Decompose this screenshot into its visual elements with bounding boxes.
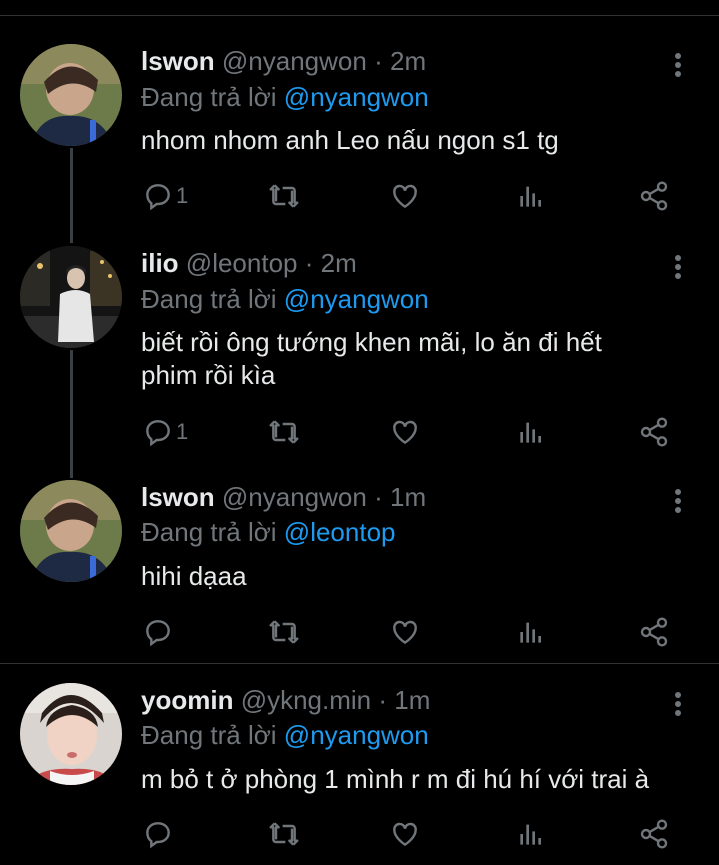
reply-to-mention[interactable]: @nyangwon: [284, 720, 429, 750]
views-icon: [520, 422, 541, 443]
share-button[interactable]: [638, 412, 670, 452]
reply-prefix: Đang trả lời: [141, 284, 277, 314]
share-button[interactable]: [638, 176, 670, 216]
retweet-icon: [269, 620, 299, 644]
reply-button[interactable]: 1: [142, 412, 188, 452]
reply-icon: [146, 184, 170, 211]
more-icon[interactable]: [666, 689, 690, 719]
retweet-button[interactable]: [268, 176, 300, 216]
avatar[interactable]: [20, 683, 122, 785]
author-handle[interactable]: @ykng.min: [241, 685, 371, 715]
author-name[interactable]: yoomin: [141, 685, 233, 715]
tweet-time[interactable]: 2m: [390, 46, 426, 76]
avatar[interactable]: [20, 480, 122, 582]
author-name[interactable]: lswon: [141, 482, 215, 512]
separator-dot: ·: [304, 248, 314, 278]
separator-dot: ·: [374, 46, 383, 76]
views-button[interactable]: [515, 176, 547, 216]
tweet-time[interactable]: 2m: [321, 248, 357, 278]
share-button[interactable]: [638, 612, 670, 652]
reply-count: 1: [176, 183, 189, 208]
retweet-icon: [269, 184, 299, 208]
author-name[interactable]: lswon: [141, 46, 215, 76]
tweet-text: hihi dạaa: [141, 561, 247, 591]
separator-dot: ·: [378, 685, 388, 715]
more-icon[interactable]: [666, 252, 690, 282]
like-icon: [393, 184, 417, 209]
more-icon[interactable]: [666, 50, 690, 80]
tweet-text: biết rồi ông tướng khen mãi, lo ăn đi hế…: [141, 327, 602, 390]
retweet-icon: [269, 420, 299, 444]
reply-prefix: Đang trả lời: [141, 82, 277, 112]
author-handle[interactable]: @nyangwon: [222, 46, 367, 76]
author-handle[interactable]: @nyangwon: [222, 482, 367, 512]
tweet-text: m bỏ t ở phòng 1 mình r m đi hú hí với t…: [141, 764, 650, 794]
author-name[interactable]: ilio: [141, 248, 179, 278]
more-icon[interactable]: [666, 486, 690, 516]
separator-dot: ·: [374, 482, 383, 512]
tweet-time[interactable]: 1m: [394, 685, 430, 715]
reply-button[interactable]: 1: [142, 176, 188, 216]
tweet-text: nhom nhom anh Leo nấu ngon s1 tg: [141, 125, 559, 155]
section-divider: [0, 663, 719, 664]
reply-to-mention[interactable]: @nyangwon: [284, 82, 429, 112]
like-icon: [393, 822, 417, 847]
views-icon: [520, 622, 541, 643]
views-button[interactable]: [515, 612, 547, 652]
like-icon: [393, 620, 417, 645]
retweet-button[interactable]: [268, 612, 300, 652]
share-icon: [640, 417, 668, 447]
like-button[interactable]: [389, 612, 421, 652]
like-icon: [393, 420, 417, 445]
views-button[interactable]: [515, 412, 547, 452]
reply-to-mention[interactable]: @nyangwon: [284, 284, 429, 314]
reply-prefix: Đang trả lời: [141, 720, 277, 750]
reply-icon: [146, 420, 170, 447]
reply-icon: [146, 620, 170, 647]
reply-button[interactable]: [142, 814, 174, 854]
retweet-button[interactable]: [268, 412, 300, 452]
author-handle[interactable]: @leontop: [186, 248, 298, 278]
reply-prefix: Đang trả lời: [141, 517, 277, 547]
views-icon: [520, 186, 541, 207]
like-button[interactable]: [389, 412, 421, 452]
reply-icon: [146, 822, 170, 849]
avatar[interactable]: [20, 44, 122, 146]
reply-to-mention[interactable]: @leontop: [284, 517, 396, 547]
views-button[interactable]: [515, 814, 547, 854]
share-button[interactable]: [638, 814, 670, 854]
top-divider: [0, 15, 719, 16]
share-icon: [640, 181, 668, 211]
reply-count: 1: [176, 419, 189, 444]
share-icon: [640, 617, 668, 647]
views-icon: [520, 824, 541, 845]
retweet-icon: [269, 822, 299, 846]
like-button[interactable]: [389, 814, 421, 854]
reply-button[interactable]: [142, 612, 174, 652]
retweet-button[interactable]: [268, 814, 300, 854]
tweet-time[interactable]: 1m: [390, 482, 426, 512]
share-icon: [640, 819, 668, 849]
avatar[interactable]: [20, 246, 122, 348]
like-button[interactable]: [389, 176, 421, 216]
